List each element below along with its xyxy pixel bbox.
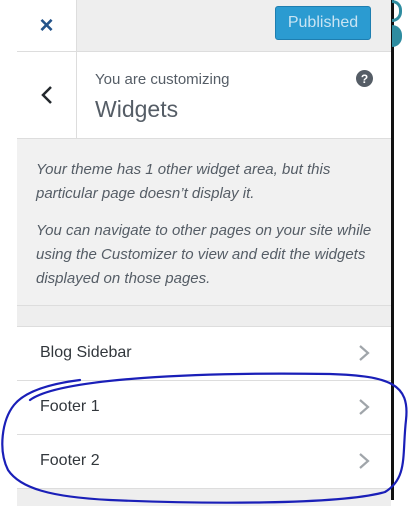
preview-edge: [391, 0, 413, 506]
help-icon-glyph: ?: [360, 71, 369, 86]
description-paragraph: Your theme has 1 other widget area, but …: [36, 161, 331, 202]
section-title: Widgets: [95, 96, 179, 122]
widget-area-label: Footer 2: [40, 452, 100, 469]
widget-area-blog-sidebar[interactable]: Blog Sidebar: [17, 327, 391, 381]
chevron-right-icon: [359, 399, 370, 415]
description-paragraph: You can navigate to other pages on your …: [36, 222, 372, 287]
publish-button[interactable]: Published: [275, 6, 371, 40]
section-description: Your theme has 1 other widget area, but …: [17, 139, 391, 306]
close-icon: ×: [39, 11, 54, 39]
chevron-right-icon: [359, 453, 370, 469]
widget-area-footer-2[interactable]: Footer 2: [17, 435, 391, 489]
section-header: You are customizing Widgets ?: [17, 52, 391, 139]
customizing-label: You are customizing: [95, 71, 230, 88]
panel-divider: [391, 0, 394, 500]
widget-area-label: Blog Sidebar: [40, 344, 132, 361]
edit-shortcut-ring-icon: [392, 0, 402, 22]
widget-area-footer-1[interactable]: Footer 1: [17, 381, 391, 435]
back-button[interactable]: [17, 52, 77, 138]
widget-area-label: Footer 1: [40, 398, 100, 415]
help-icon[interactable]: ?: [356, 70, 373, 87]
preview-edit-shortcut[interactable]: [392, 0, 402, 60]
chevron-right-icon: [359, 345, 370, 361]
edit-shortcut-dot-icon: [392, 25, 402, 47]
widget-area-list: Blog Sidebar Footer 1 Footer 2: [17, 326, 391, 489]
publish-button-label: Published: [287, 14, 359, 31]
close-button[interactable]: ×: [17, 0, 77, 51]
chevron-left-icon: [40, 86, 52, 104]
customizer-header: × Published: [17, 0, 391, 52]
